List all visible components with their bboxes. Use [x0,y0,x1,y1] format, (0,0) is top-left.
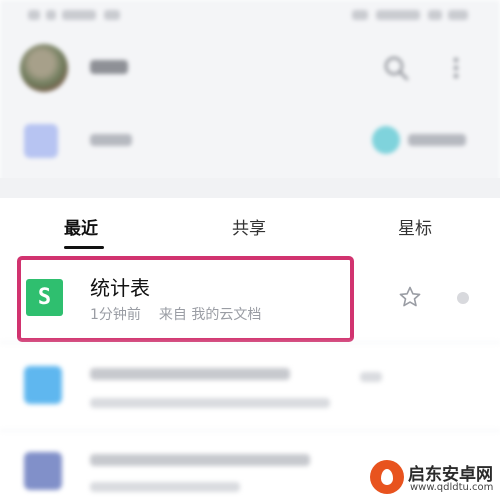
status-bar-right [352,8,472,22]
cloud-icon [372,126,400,154]
folder-row[interactable] [0,110,500,170]
folder-icon [24,124,58,158]
blurred-file-icon [24,366,62,404]
blurred-file-icon [24,452,62,490]
status-bar [0,0,500,34]
section-divider [0,178,500,198]
account-header [0,36,500,100]
folder-right-label [408,134,466,146]
username [90,60,130,74]
star-icon[interactable] [398,285,422,309]
file-list-item[interactable]: S 统计表 1分钟前 来自 我的云文档 [0,252,500,342]
search-icon[interactable] [382,54,410,82]
tab-bar: 最近 共享 星标 [0,198,500,252]
highlight-box [17,256,354,342]
tab-starred[interactable]: 星标 [398,214,432,239]
avatar[interactable] [20,44,68,92]
folder-label [90,134,132,146]
more-icon[interactable] [448,54,464,82]
active-tab-indicator [64,246,104,249]
watermark-logo-icon [370,460,404,494]
watermark-url: www.qdldtu.com [410,482,494,493]
watermark: 启东安卓网 www.qdldtu.com [370,458,498,496]
blurred-header [0,0,500,198]
more-dot-icon[interactable] [457,292,469,304]
status-bar-left [28,8,128,22]
tab-recent[interactable]: 最近 [64,214,98,239]
tab-shared[interactable]: 共享 [232,214,266,239]
